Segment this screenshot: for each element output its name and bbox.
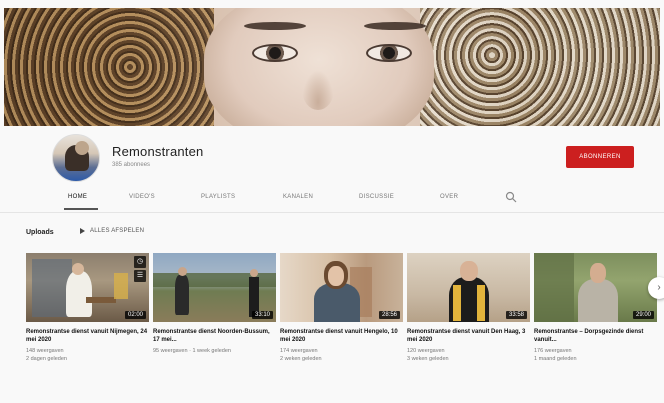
channel-name: Remonstranten (112, 144, 204, 159)
video-card[interactable]: ◷ ☰ 02:00 Remonstrantse dienst vanuit Ni… (26, 253, 149, 363)
home-content: Uploads ALLES AFSPELEN ◷ ☰ 02:00 Remonst… (0, 212, 664, 403)
tab-kanalen[interactable]: KANALEN (283, 194, 313, 200)
tab-playlists[interactable]: PLAYLISTS (201, 194, 235, 200)
video-thumbnail[interactable]: 33:10 (153, 253, 276, 322)
video-thumbnail[interactable]: 29:00 (534, 253, 657, 322)
video-title[interactable]: Remonstrantse – Dorpsgezinde dienst vanu… (534, 328, 657, 344)
active-tab-indicator (64, 208, 98, 210)
tab-home[interactable]: HOME (68, 194, 87, 200)
playlist-add-icon[interactable]: ☰ (134, 270, 146, 282)
play-all-label: ALLES AFSPELEN (90, 228, 145, 234)
video-views: 120 weergaven (407, 348, 445, 354)
video-age: 1 maand geleden (534, 356, 577, 362)
video-age: 3 weken geleden (407, 356, 449, 362)
play-all-button[interactable]: ALLES AFSPELEN (80, 228, 144, 234)
youtube-channel-page: Remonstranten 385 abonnees ABONNEREN HOM… (0, 0, 664, 403)
channel-banner (4, 8, 660, 126)
video-views: 148 weergaven (26, 348, 64, 354)
video-duration: 33:10 (251, 311, 273, 319)
uploads-heading[interactable]: Uploads (26, 229, 54, 236)
video-views: 174 weergaven (280, 348, 318, 354)
tab-discussie[interactable]: DISCUSSIE (359, 194, 394, 200)
video-age: 2 dagen geleden (26, 356, 67, 362)
search-icon[interactable] (505, 191, 517, 203)
video-title[interactable]: Remonstrantse dienst vanuit Nijmegen, 24… (26, 328, 149, 344)
video-age: 2 weken geleden (280, 356, 322, 362)
video-views: 95 weergaven (153, 348, 188, 354)
video-title[interactable]: Remonstrantse dienst vanuit Hengelo, 10 … (280, 328, 403, 344)
chevron-right-icon[interactable]: › (648, 277, 664, 299)
video-age: 1 week geleden (192, 348, 231, 354)
channel-tabs: HOME VIDEO'S PLAYLISTS KANALEN DISCUSSIE… (0, 186, 664, 212)
video-views-age: 95 weergaven · 1 week geleden (153, 348, 231, 354)
avatar[interactable] (52, 134, 100, 182)
video-card[interactable]: 33:58 Remonstrantse dienst vanuit Den Ha… (407, 253, 530, 363)
tab-over[interactable]: OVER (440, 194, 458, 200)
video-card[interactable]: 28:56 Remonstrantse dienst vanuit Hengel… (280, 253, 403, 363)
video-thumbnail[interactable]: ◷ ☰ 02:00 (26, 253, 149, 322)
video-thumbnail[interactable]: 28:56 (280, 253, 403, 322)
clock-icon[interactable]: ◷ (134, 256, 146, 268)
tab-videos[interactable]: VIDEO'S (129, 194, 155, 200)
video-duration: 02:00 (124, 311, 146, 319)
subscriber-count: 385 abonnees (112, 162, 151, 168)
video-duration: 29:00 (632, 311, 654, 319)
video-title[interactable]: Remonstrantse dienst vanuit Den Haag, 3 … (407, 328, 530, 344)
subscribe-button[interactable]: ABONNEREN (566, 146, 634, 168)
video-card[interactable]: 33:10 Remonstrantse dienst Noorden-Bussu… (153, 253, 276, 355)
video-duration: 33:58 (505, 311, 527, 319)
video-thumbnail[interactable]: 33:58 (407, 253, 530, 322)
play-icon (80, 228, 85, 234)
video-views: 176 weergaven (534, 348, 572, 354)
video-card[interactable]: 29:00 Remonstrantse – Dorpsgezinde diens… (534, 253, 657, 363)
video-duration: 28:56 (378, 311, 400, 319)
video-title[interactable]: Remonstrantse dienst Noorden-Bussum, 17 … (153, 328, 276, 344)
